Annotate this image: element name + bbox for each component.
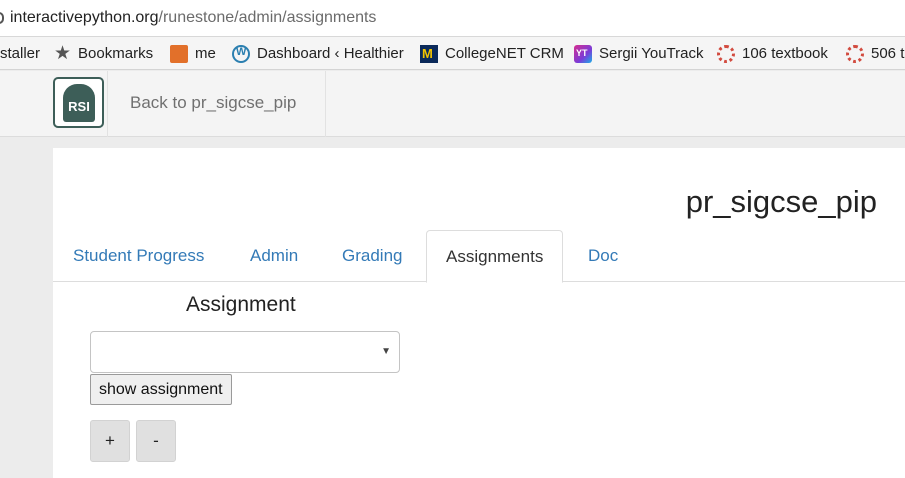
bookmark-label: me [195, 45, 216, 62]
tab-admin[interactable]: Admin [250, 230, 298, 282]
bookmark-label: staller [0, 45, 41, 62]
bookmark-label: 506 t [871, 45, 905, 62]
url-host: interactivepython.org [10, 9, 159, 26]
url-path: /runestone/admin/assignments [158, 9, 377, 26]
runestone-logo[interactable]: RSI [53, 77, 104, 128]
bookmark-bookmarks[interactable]: ★ Bookmarks [54, 37, 154, 69]
assignment-select[interactable]: ▼ [90, 331, 400, 373]
bookmark-dashboard[interactable]: Dashboard ‹ Healthier [232, 37, 404, 69]
dropdown-arrow-icon: ▼ [381, 346, 391, 357]
michigan-m-icon [420, 44, 438, 63]
address-bar[interactable]: interactivepython.org/runestone/admin/as… [0, 0, 905, 37]
bookmark-me[interactable]: me [170, 37, 216, 69]
bookmark-506-textbook[interactable]: 506 t [846, 37, 905, 69]
bookmark-106-textbook[interactable]: 106 textbook [717, 37, 828, 69]
bookmark-label: Bookmarks [78, 45, 154, 62]
info-icon[interactable] [0, 12, 4, 24]
tab-student-progress[interactable]: Student Progress [73, 230, 204, 282]
bookmark-label: Sergii YouTrack [599, 45, 704, 62]
navbar-divider [107, 71, 108, 137]
course-title: pr_sigcse_pip [685, 184, 877, 219]
bookmarks-bar: staller ★ Bookmarks me Dashboard ‹ Healt… [0, 37, 905, 70]
show-assignment-button[interactable]: show assignment [90, 374, 232, 405]
bookmark-youtrack[interactable]: Sergii YouTrack [574, 37, 704, 69]
tab-assignments[interactable]: Assignments [426, 230, 564, 283]
runestone-cog-icon [717, 44, 735, 63]
bookmark-installer[interactable]: staller [0, 37, 41, 69]
add-assignment-button[interactable]: + [90, 420, 130, 462]
bookmark-label: CollegeNET CRM [445, 45, 564, 62]
logo-text: RSI [68, 99, 90, 114]
url-text[interactable]: interactivepython.org/runestone/admin/as… [10, 9, 376, 27]
tab-grading[interactable]: Grading [342, 230, 402, 282]
admin-tabs: Student Progress Admin Grading Assignmen… [53, 230, 905, 283]
main-panel: pr_sigcse_pip Student Progress Admin Gra… [53, 148, 905, 478]
bookmark-label: Dashboard ‹ Healthier [257, 45, 404, 62]
bookmark-label: 106 textbook [742, 45, 828, 62]
assignment-label: Assignment [186, 293, 296, 316]
site-navbar: RSI Back to pr_sigcse_pip [0, 71, 905, 137]
bookmark-collegenet[interactable]: CollegeNET CRM [420, 37, 564, 69]
youtrack-icon [574, 44, 592, 63]
remove-assignment-button[interactable]: - [136, 420, 176, 462]
wordpress-icon [232, 44, 250, 63]
navbar-divider [325, 71, 326, 137]
star-icon: ★ [54, 42, 72, 64]
runestone-cog-icon [846, 44, 864, 63]
tab-doc[interactable]: Doc [588, 230, 618, 282]
back-to-course-link[interactable]: Back to pr_sigcse_pip [130, 93, 296, 113]
me-bookmark-icon [170, 44, 188, 63]
